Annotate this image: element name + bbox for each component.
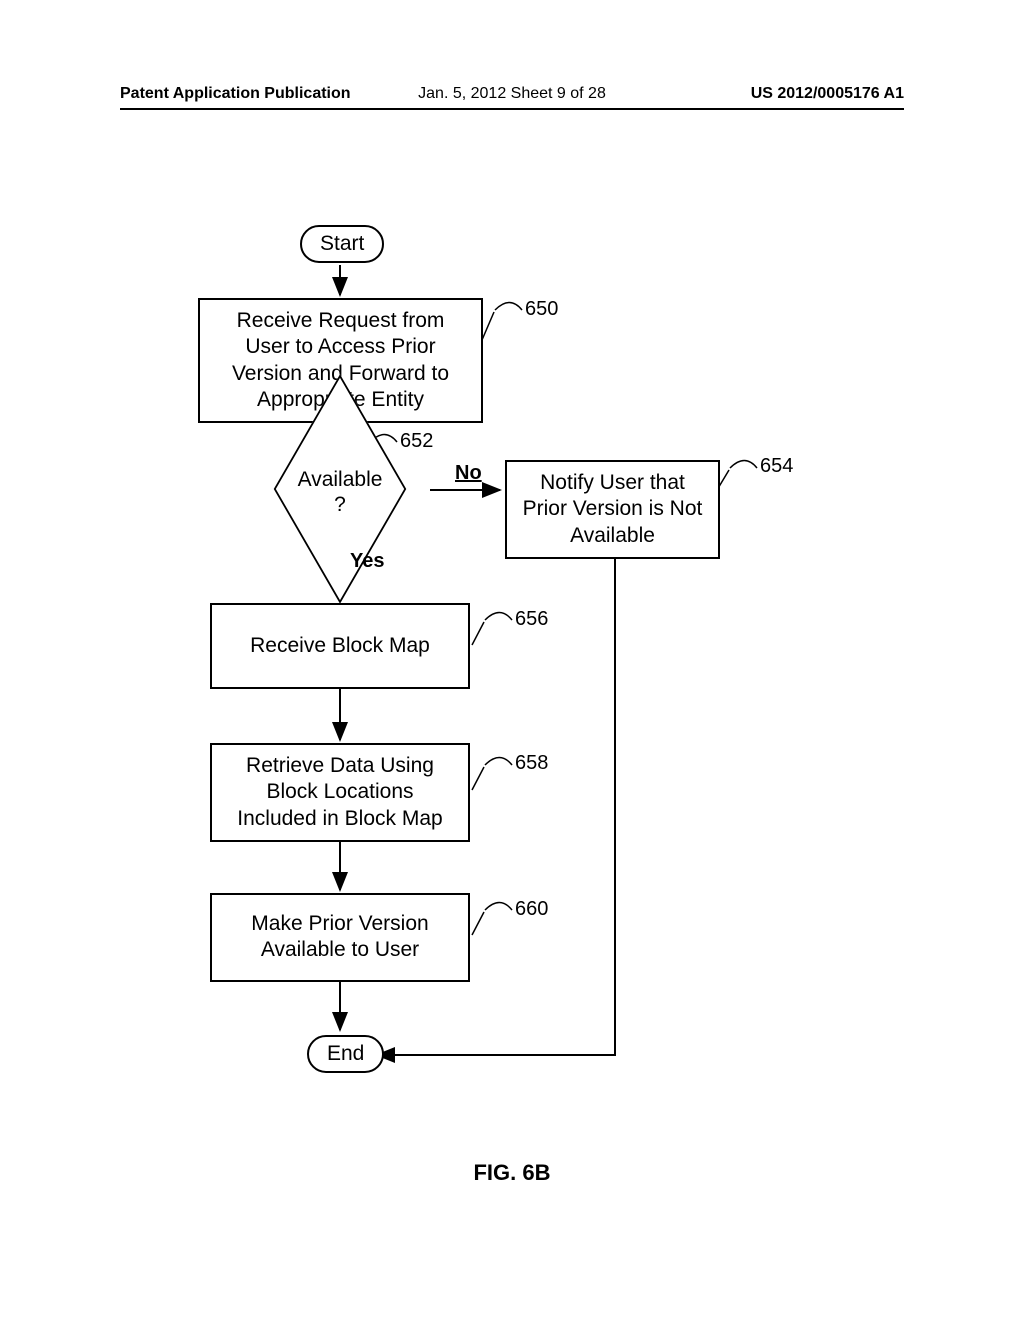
ref-650: 650 (525, 298, 558, 321)
process-656: Receive Block Map (210, 603, 470, 689)
process-658-text: Retrieve Data Using Block Locations Incl… (237, 754, 442, 830)
process-654-text: Notify User that Prior Version is Not Av… (523, 471, 703, 547)
ref-658: 658 (515, 752, 548, 775)
process-660: Make Prior Version Available to User (210, 893, 470, 982)
ref-652: 652 (400, 430, 433, 453)
process-660-text: Make Prior Version Available to User (251, 912, 428, 961)
flowchart-connectors (0, 190, 1024, 1290)
branch-no: No (455, 462, 482, 485)
end-terminator: End (307, 1035, 384, 1073)
start-label: Start (320, 232, 364, 255)
header-rule (120, 108, 904, 110)
process-654: Notify User that Prior Version is Not Av… (505, 460, 720, 559)
page-header: Patent Application Publication Jan. 5, 2… (0, 85, 1024, 103)
end-label: End (327, 1042, 364, 1065)
ref-654: 654 (760, 455, 793, 478)
ref-660: 660 (515, 898, 548, 921)
process-656-text: Receive Block Map (250, 634, 430, 657)
header-pub-number: US 2012/0005176 A1 (751, 85, 904, 103)
figure-label: FIG. 6B (0, 1160, 1024, 1186)
header-date-sheet: Jan. 5, 2012 Sheet 9 of 28 (418, 85, 606, 103)
branch-yes: Yes (350, 550, 384, 573)
decision-652: Available ? (250, 445, 430, 535)
start-terminator: Start (300, 225, 384, 263)
header-publication: Patent Application Publication (120, 85, 351, 103)
process-658: Retrieve Data Using Block Locations Incl… (210, 743, 470, 842)
ref-656: 656 (515, 608, 548, 631)
decision-652-text: Available ? (250, 467, 430, 517)
